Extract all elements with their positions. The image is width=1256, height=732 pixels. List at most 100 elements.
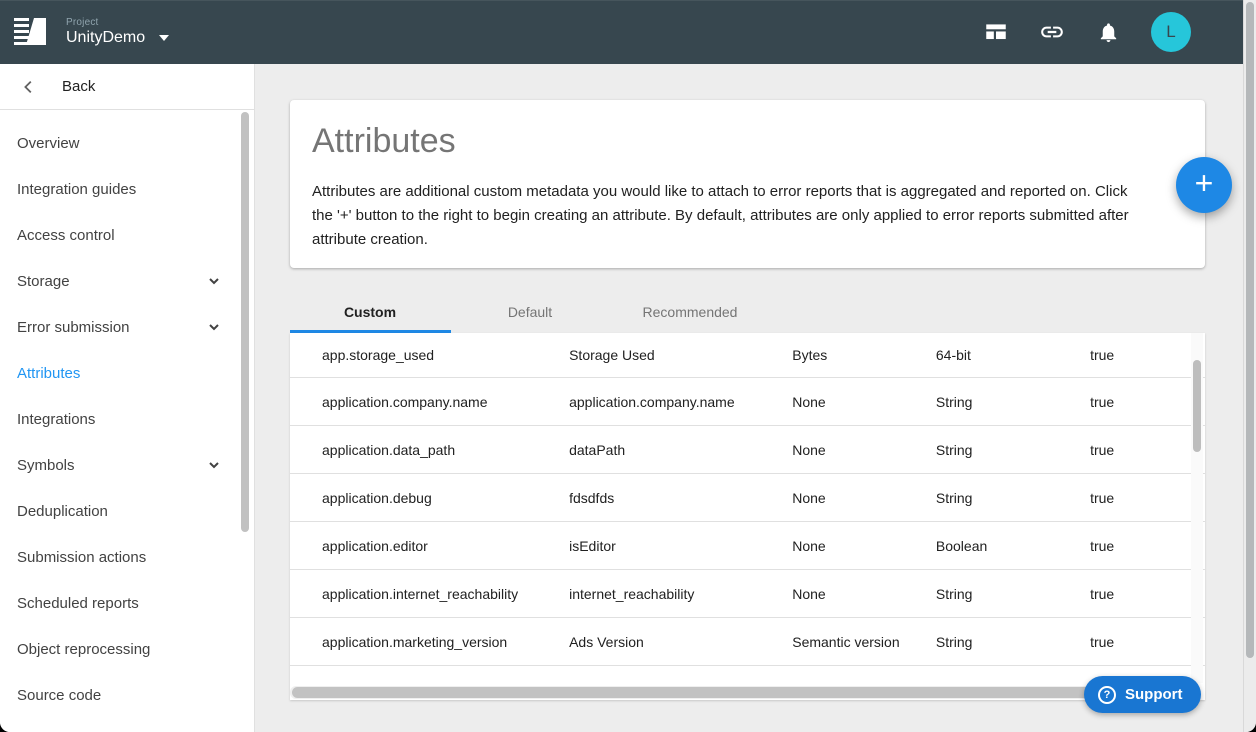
notifications-bell-icon[interactable] bbox=[1095, 19, 1121, 45]
topbar: Project UnityDemo bbox=[0, 0, 1243, 64]
table-row[interactable]: application.internet_reachability intern… bbox=[290, 570, 1205, 618]
support-button[interactable]: ? Support bbox=[1084, 676, 1201, 713]
sidebar-item-access-control[interactable]: Access control bbox=[0, 212, 254, 258]
sidebar-item-attributes[interactable]: Attributes bbox=[0, 350, 254, 396]
sidebar-item-label: Object reprocessing bbox=[17, 641, 150, 658]
link-icon[interactable] bbox=[1039, 19, 1065, 45]
sidebar-item-submission-actions[interactable]: Submission actions bbox=[0, 534, 254, 580]
sidebar-item-deduplication[interactable]: Deduplication bbox=[0, 488, 254, 534]
table-row[interactable]: application.marketing_version Ads Versio… bbox=[290, 618, 1205, 666]
sidebar-item-label: Scheduled reports bbox=[17, 595, 139, 612]
attribute-type: String bbox=[936, 442, 1090, 458]
settings-sidebar: Back Overview Integration guides Access … bbox=[0, 64, 255, 732]
topbar-actions: L bbox=[983, 0, 1191, 64]
attribute-visible: true bbox=[1090, 586, 1205, 602]
attribute-type: 64-bit bbox=[936, 347, 1090, 363]
page-description: Attributes are additional custom metadat… bbox=[312, 180, 1135, 252]
sidebar-item-error-submission[interactable]: Error submission bbox=[0, 304, 254, 350]
table-horizontal-scrollbar[interactable] bbox=[292, 687, 1182, 698]
chevron-left-icon bbox=[20, 78, 38, 96]
table-row[interactable]: application.debug fdsdfds None String tr… bbox=[290, 474, 1205, 522]
chevron-down-icon bbox=[204, 455, 224, 475]
page-title: Attributes bbox=[312, 122, 1135, 161]
attribute-name: application.company.name bbox=[290, 394, 569, 410]
sidebar-item-label: Integration guides bbox=[17, 181, 136, 198]
attribute-name: application.data_path bbox=[290, 442, 569, 458]
attributes-header-card: Attributes Attributes are additional cus… bbox=[290, 100, 1205, 268]
attribute-format: None bbox=[792, 586, 936, 602]
attribute-label: dataPath bbox=[569, 442, 792, 458]
sidebar-item-label: Submission actions bbox=[17, 549, 146, 566]
user-avatar[interactable]: L bbox=[1151, 12, 1191, 52]
attribute-label: application.company.name bbox=[569, 394, 792, 410]
tab-label: Default bbox=[508, 304, 552, 320]
support-label: Support bbox=[1125, 686, 1183, 703]
attribute-label: internet_reachability bbox=[569, 586, 792, 602]
sidebar-item-label: Access control bbox=[17, 227, 115, 244]
attribute-name: application.marketing_version bbox=[290, 634, 569, 650]
chevron-down-icon bbox=[204, 271, 224, 291]
table-row[interactable]: application.company.name application.com… bbox=[290, 378, 1205, 426]
add-attribute-button[interactable]: + bbox=[1176, 157, 1232, 213]
project-name: UnityDemo bbox=[66, 29, 145, 47]
attribute-label: isEditor bbox=[569, 538, 792, 554]
table-row[interactable]: application.data_path dataPath None Stri… bbox=[290, 426, 1205, 474]
sidebar-item-label: Deduplication bbox=[17, 503, 108, 520]
back-label: Back bbox=[62, 78, 95, 95]
tab-custom[interactable]: Custom bbox=[290, 291, 450, 333]
sidebar-item-storage[interactable]: Storage bbox=[0, 258, 254, 304]
app-window: Project UnityDemo bbox=[0, 0, 1256, 732]
project-selector[interactable]: Project UnityDemo bbox=[66, 17, 169, 47]
chevron-down-icon bbox=[159, 35, 169, 41]
attribute-name: application.editor bbox=[290, 538, 569, 554]
project-label: Project bbox=[66, 17, 169, 29]
attribute-format: None bbox=[792, 442, 936, 458]
attribute-visible: true bbox=[1090, 490, 1205, 506]
dashboard-icon[interactable] bbox=[983, 19, 1009, 45]
attribute-type: String bbox=[936, 586, 1090, 602]
sidebar-item-source-code[interactable]: Source code bbox=[0, 672, 254, 718]
attribute-label: Ads Version bbox=[569, 634, 792, 650]
attribute-format: None bbox=[792, 394, 936, 410]
sidebar-nav: Overview Integration guides Access contr… bbox=[0, 110, 254, 718]
sidebar-item-label: Attributes bbox=[17, 365, 80, 382]
attribute-type: String bbox=[936, 634, 1090, 650]
attribute-name: application.debug bbox=[290, 490, 569, 506]
sidebar-item-symbols[interactable]: Symbols bbox=[0, 442, 254, 488]
attribute-format: Semantic version bbox=[792, 634, 936, 650]
sidebar-item-integrations[interactable]: Integrations bbox=[0, 396, 254, 442]
tab-label: Custom bbox=[344, 304, 396, 320]
tab-recommended[interactable]: Recommended bbox=[610, 291, 770, 333]
page-scrollbar[interactable] bbox=[1246, 2, 1254, 658]
help-icon: ? bbox=[1098, 686, 1116, 704]
chevron-down-icon bbox=[204, 317, 224, 337]
attribute-visible: true bbox=[1090, 634, 1205, 650]
sidebar-item-label: Error submission bbox=[17, 319, 130, 336]
attribute-visible: true bbox=[1090, 538, 1205, 554]
sidebar-item-overview[interactable]: Overview bbox=[0, 120, 254, 166]
attribute-format: Bytes bbox=[792, 347, 936, 363]
attribute-visible: true bbox=[1090, 394, 1205, 410]
attribute-visible: true bbox=[1090, 442, 1205, 458]
sidebar-item-label: Overview bbox=[17, 135, 80, 152]
table-row[interactable]: app.storage_used Storage Used Bytes 64-b… bbox=[290, 333, 1205, 378]
attributes-table: app.storage_used Storage Used Bytes 64-b… bbox=[290, 333, 1205, 700]
attribute-type: String bbox=[936, 394, 1090, 410]
attribute-format: None bbox=[792, 538, 936, 554]
sidebar-item-scheduled-reports[interactable]: Scheduled reports bbox=[0, 580, 254, 626]
table-vertical-scrollbar[interactable] bbox=[1193, 360, 1201, 452]
tab-default[interactable]: Default bbox=[450, 291, 610, 333]
tab-label: Recommended bbox=[643, 304, 738, 320]
attribute-name: app.storage_used bbox=[290, 347, 569, 363]
table-row[interactable]: application.editor isEditor None Boolean… bbox=[290, 522, 1205, 570]
backtrace-logo-icon bbox=[14, 15, 48, 49]
sidebar-item-label: Source code bbox=[17, 687, 101, 704]
attribute-format: None bbox=[792, 490, 936, 506]
sidebar-scrollbar[interactable] bbox=[241, 112, 249, 532]
plus-icon: + bbox=[1195, 167, 1214, 199]
sidebar-item-integration-guides[interactable]: Integration guides bbox=[0, 166, 254, 212]
sidebar-item-object-reprocessing[interactable]: Object reprocessing bbox=[0, 626, 254, 672]
back-button[interactable]: Back bbox=[0, 64, 254, 110]
sidebar-item-label: Storage bbox=[17, 273, 70, 290]
attribute-visible: true bbox=[1090, 347, 1205, 363]
